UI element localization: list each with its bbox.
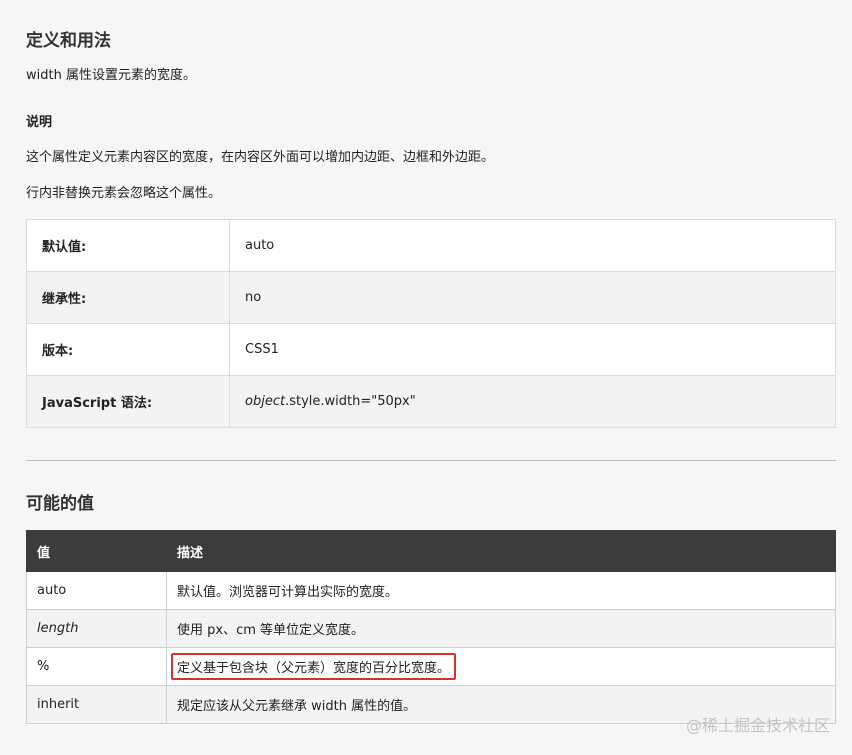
page: 定义和用法 width 属性设置元素的宽度。 说明 这个属性定义元素内容区的宽度… [0, 0, 852, 755]
property-key: JavaScript 语法: [26, 375, 230, 428]
table-row: length 使用 px、cm 等单位定义宽度。 [26, 609, 836, 648]
value-cell: length [26, 609, 167, 648]
property-row-default: 默认值: auto [26, 219, 836, 272]
property-row-inherit: 继承性: no [26, 271, 836, 324]
value-cell: inherit [26, 685, 167, 724]
explanation-line-1: 这个属性定义元素内容区的宽度，在内容区外面可以增加内边距、边框和外边距。 [26, 150, 495, 165]
property-key: 默认值: [26, 219, 230, 272]
description-cell: 默认值。浏览器可计算出实际的宽度。 [166, 571, 836, 610]
highlighted-description: 定义基于包含块（父元素）宽度的百分比宽度。 [171, 653, 457, 680]
column-header-description: 描述 [166, 530, 836, 572]
table-row: % 定义基于包含块（父元素）宽度的百分比宽度。 [26, 647, 836, 686]
property-key: 版本: [26, 323, 230, 376]
watermark: @稀土掘金技术社区 [685, 716, 830, 735]
property-value: object.style.width="50px" [229, 375, 836, 428]
js-syntax-rest: .style.width="50px" [285, 394, 416, 409]
possible-values-heading: 可能的值 [26, 494, 94, 514]
table-header-row: 值 描述 [26, 530, 836, 572]
description-cell: 定义基于包含块（父元素）宽度的百分比宽度。 [166, 647, 836, 686]
property-row-version: 版本: CSS1 [26, 323, 836, 376]
js-object-keyword: object [245, 394, 286, 409]
property-value: no [229, 271, 836, 324]
explanation-heading: 说明 [26, 115, 53, 130]
property-table: 默认值: auto 继承性: no 版本: CSS1 JavaScript 语法… [26, 219, 836, 428]
column-header-value: 值 [26, 530, 167, 572]
table-row: auto 默认值。浏览器可计算出实际的宽度。 [26, 571, 836, 610]
explanation-line-2: 行内非替换元素会忽略这个属性。 [26, 186, 222, 201]
description-cell: 使用 px、cm 等单位定义宽度。 [166, 609, 836, 648]
property-row-js-syntax: JavaScript 语法: object.style.width="50px" [26, 375, 836, 428]
definition-text: width 属性设置元素的宽度。 [26, 68, 196, 83]
section-divider [26, 460, 836, 461]
property-key: 继承性: [26, 271, 230, 324]
property-value: CSS1 [229, 323, 836, 376]
value-cell: auto [26, 571, 167, 610]
definition-heading: 定义和用法 [26, 31, 111, 51]
value-cell: % [26, 647, 167, 686]
possible-values-table: 值 描述 auto 默认值。浏览器可计算出实际的宽度。 length 使用 px… [26, 530, 836, 724]
property-value: auto [229, 219, 836, 272]
